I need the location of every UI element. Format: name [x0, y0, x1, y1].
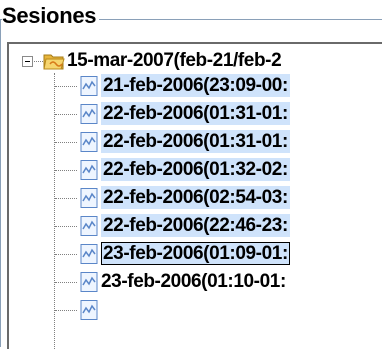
sessions-tree[interactable]: 15-mar-2007(feb-21/feb-2 21-feb-2006(23:…: [7, 42, 382, 349]
tree-connector: [55, 114, 77, 115]
chart-document-icon: [78, 187, 100, 209]
tree-connector: [55, 86, 77, 87]
sessions-groupbox: Sesiones 15-mar-2007(feb-21/feb-2 21-feb…: [0, 0, 382, 349]
chart-document-icon: [78, 271, 100, 293]
tree-connector: [55, 198, 77, 199]
chart-document-icon: [78, 243, 100, 265]
chart-document-icon: [78, 215, 100, 237]
tree-connector: [55, 254, 77, 255]
tree-item[interactable]: 22-feb-2006(01:31-01:: [9, 129, 382, 157]
tree-item[interactable]: 23-feb-2006(01:10-01:: [9, 269, 382, 297]
tree-connector: [55, 282, 77, 283]
chart-document-icon: [78, 131, 100, 153]
tree-item-label: 23-feb-2006(01:09-01:: [101, 242, 290, 265]
tree-item-label: 22-feb-2006(02:54-03:: [101, 186, 290, 209]
tree-item-label: 21-feb-2006(23:09-00:: [101, 74, 290, 97]
open-folder-icon: [43, 50, 65, 72]
chart-document-icon: [78, 159, 100, 181]
tree-connector: [55, 310, 77, 311]
tree-item[interactable]: 22-feb-2006(01:31-01:: [9, 101, 382, 129]
tree-item-partial[interactable]: [9, 297, 382, 325]
tree-connector: [55, 142, 77, 143]
tree-item[interactable]: 22-feb-2006(02:54-03:: [9, 185, 382, 213]
tree-item-label: 22-feb-2006(01:31-01:: [101, 130, 290, 153]
tree-connector: [55, 226, 77, 227]
tree-item[interactable]: 22-feb-2006(01:32-02:: [9, 157, 382, 185]
tree-root-label[interactable]: 15-mar-2007(feb-21/feb-2: [67, 49, 282, 72]
tree-item-label: 22-feb-2006(22:46-23:: [101, 214, 290, 237]
tree-connector: [34, 61, 43, 62]
groupbox-border-left: [0, 19, 1, 347]
tree-connector: [55, 170, 77, 171]
collapse-toggle[interactable]: [22, 56, 33, 67]
tree-item-label: 22-feb-2006(01:32-02:: [101, 158, 290, 181]
chart-document-icon: [78, 75, 100, 97]
tree-item-focused[interactable]: 23-feb-2006(01:09-01:: [9, 241, 382, 269]
tree-item[interactable]: 21-feb-2006(23:09-00:: [9, 73, 382, 101]
groupbox-title: Sesiones: [2, 3, 100, 29]
tree-item-label: 22-feb-2006(01:31-01:: [101, 102, 290, 125]
tree-item-label: 23-feb-2006(01:10-01:: [101, 271, 286, 292]
chart-document-icon: [78, 299, 100, 321]
tree-item[interactable]: 22-feb-2006(22:46-23:: [9, 213, 382, 241]
chart-document-icon: [78, 103, 100, 125]
